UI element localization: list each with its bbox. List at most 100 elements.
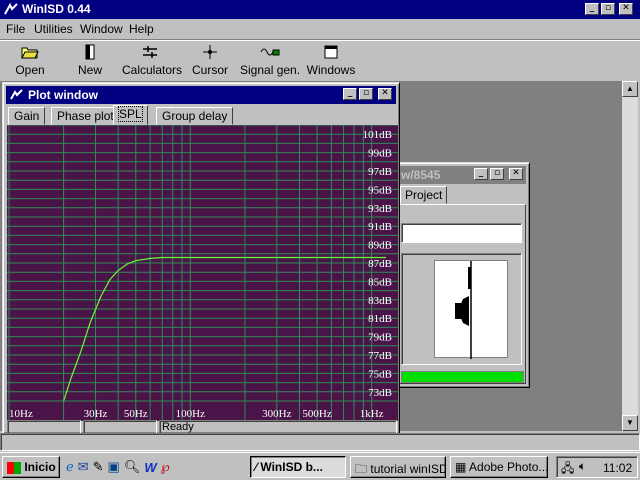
windows-button[interactable]: Windows [306, 41, 356, 81]
tab-group-delay-label: Group delay [162, 109, 228, 123]
y-tick-label: 77dB [368, 350, 392, 362]
x-tick-label: 100Hz [176, 408, 205, 420]
y-tick-label: 89dB [368, 240, 392, 252]
start-button[interactable]: Inicio [2, 456, 60, 478]
menu-bar: File Utilities Window Help [0, 19, 640, 39]
y-tick-label: 83dB [368, 295, 392, 307]
driver-close-button[interactable]: ✕ [509, 168, 523, 180]
y-tick-label: 101dB [363, 129, 392, 141]
open-button[interactable]: Open [10, 41, 50, 81]
driver-window-title: w/8545 [401, 168, 441, 182]
y-tick-label: 91dB [368, 221, 392, 233]
tab-project-label: Project [405, 188, 443, 202]
task-adobe-photoshop[interactable]: ▦ Adobe Photo... [450, 456, 548, 478]
tab-spl-label: SPL [118, 106, 143, 122]
open-label: Open [15, 63, 45, 77]
driver-window[interactable]: w/8545 _ ▫ ✕ Project [393, 162, 530, 388]
start-windows-icon [7, 461, 21, 474]
signal-gen-button[interactable]: Signal gen. [240, 41, 300, 81]
winisd-task-icon: ⁄ [255, 460, 258, 474]
tab-spl[interactable]: SPL [113, 105, 148, 125]
spl-curve [63, 256, 386, 402]
tab-phase-plot-label: Phase plot [57, 109, 114, 123]
outlook-icon[interactable]: ✉ [78, 459, 89, 475]
cursor-button[interactable]: Cursor [190, 41, 230, 81]
volume-icon[interactable]: 🔈︎ [579, 459, 586, 474]
clock[interactable]: 11:02 [603, 461, 632, 475]
search-icon[interactable]: 🔍︎ [124, 459, 141, 475]
plot-status-middle [83, 420, 157, 434]
calculators-button[interactable]: Calculators [122, 41, 182, 81]
new-speaker-icon [85, 44, 95, 60]
y-tick-label: 99dB [368, 148, 392, 160]
winisd-icon [4, 2, 18, 15]
close-button[interactable]: ✕ [619, 3, 633, 15]
plot-maximize-button[interactable]: ▫ [359, 88, 373, 100]
y-tick-label: 95dB [368, 184, 392, 196]
start-label: Inicio [24, 460, 56, 474]
new-label: New [77, 63, 102, 77]
task-tutorial-winisd[interactable]: 🗀 tutorial winISD [350, 456, 446, 478]
tab-group-delay[interactable]: Group delay [156, 107, 234, 125]
y-tick-label: 73dB [368, 387, 392, 399]
y-tick-label: 81dB [368, 313, 392, 325]
spl-plot-area[interactable]: 101dB 99dB 97dB 95dB 93dB 91dB 89dB 87dB 85dB 83d… [7, 124, 398, 421]
status-bar [0, 433, 640, 451]
cursor-icon [203, 45, 217, 59]
driver-progress-bar [401, 371, 524, 383]
driver-preview-frame [401, 253, 522, 365]
quick-launch: ℯ ✉ ✎ ▣ 🔍︎ W ℘ [66, 457, 244, 477]
acrobat-icon[interactable]: ℘ [161, 459, 170, 475]
project-panel [398, 204, 526, 384]
driver-maximize-button[interactable]: ▫ [490, 168, 504, 180]
plot-status-bar: Ready [7, 420, 398, 434]
notepad-icon[interactable]: ✎ [93, 459, 104, 475]
app-title: WinISD 0.44 [22, 2, 91, 16]
vertical-scrollbar[interactable]: ▲ ▼ [622, 81, 638, 431]
driver-preview [434, 260, 508, 359]
x-tick-label: 500Hz [302, 408, 331, 420]
plot-window[interactable]: Plot window _ ▫ ✕ Gain Phase plot SPL Gr… [2, 82, 400, 434]
network-icon[interactable]: 🖧 [561, 459, 574, 480]
plot-status-left [7, 420, 81, 434]
internet-explorer-icon[interactable]: ℯ [66, 459, 74, 475]
plot-status-ready: Ready [162, 421, 194, 433]
windows-label: Windows [306, 63, 356, 77]
y-tick-label: 93dB [368, 203, 392, 215]
tab-project[interactable]: Project [400, 186, 448, 204]
y-tick-label: 85dB [368, 276, 392, 288]
scroll-up-arrow-icon[interactable]: ▲ [622, 81, 638, 97]
minimize-button[interactable]: _ [585, 3, 599, 15]
plot-close-button[interactable]: ✕ [378, 88, 392, 100]
windows-icon [324, 45, 338, 59]
driver-window-title-bar[interactable]: w/8545 _ ▫ ✕ [397, 166, 526, 184]
menu-window[interactable]: Window [80, 22, 123, 36]
y-tick-label: 75dB [368, 368, 392, 380]
taskbar: Inicio ℯ ✉ ✎ ▣ 🔍︎ W ℘ ⁄ WinISD b... 🗀 tu… [0, 452, 640, 480]
plot-window-title-bar[interactable]: Plot window _ ▫ ✕ [6, 86, 396, 104]
menu-help[interactable]: Help [129, 22, 154, 36]
word-icon[interactable]: W [144, 460, 156, 475]
driver-minimize-button[interactable]: _ [474, 168, 488, 180]
task-photoshop-label: Adobe Photo... [469, 460, 548, 474]
toolbar: Open New Calculators Cursor Signal gen. … [0, 39, 640, 81]
speaker-driver-icon [455, 261, 472, 359]
y-tick-label: 97dB [368, 166, 392, 178]
desktop-icon[interactable]: ▣ [108, 459, 120, 475]
project-name-field[interactable] [401, 223, 522, 243]
folder-icon [21, 47, 39, 59]
plot-window-icon [10, 89, 23, 100]
tab-gain-label: Gain [14, 109, 40, 123]
task-winisd[interactable]: ⁄ WinISD b... [250, 456, 346, 478]
menu-utilities[interactable]: Utilities [34, 22, 73, 36]
app-title-bar[interactable]: WinISD 0.44 _ ▫ ✕ [0, 0, 640, 19]
tab-phase-plot[interactable]: Phase plot [51, 107, 120, 125]
scroll-down-arrow-icon[interactable]: ▼ [622, 415, 638, 431]
maximize-button[interactable]: ▫ [601, 3, 615, 15]
plot-minimize-button[interactable]: _ [343, 88, 357, 100]
menu-file[interactable]: File [6, 22, 25, 36]
signal-generator-icon [260, 48, 280, 56]
new-button[interactable]: New [70, 41, 110, 81]
x-tick-label: 1kHz [360, 408, 384, 420]
tab-gain[interactable]: Gain [8, 107, 46, 125]
